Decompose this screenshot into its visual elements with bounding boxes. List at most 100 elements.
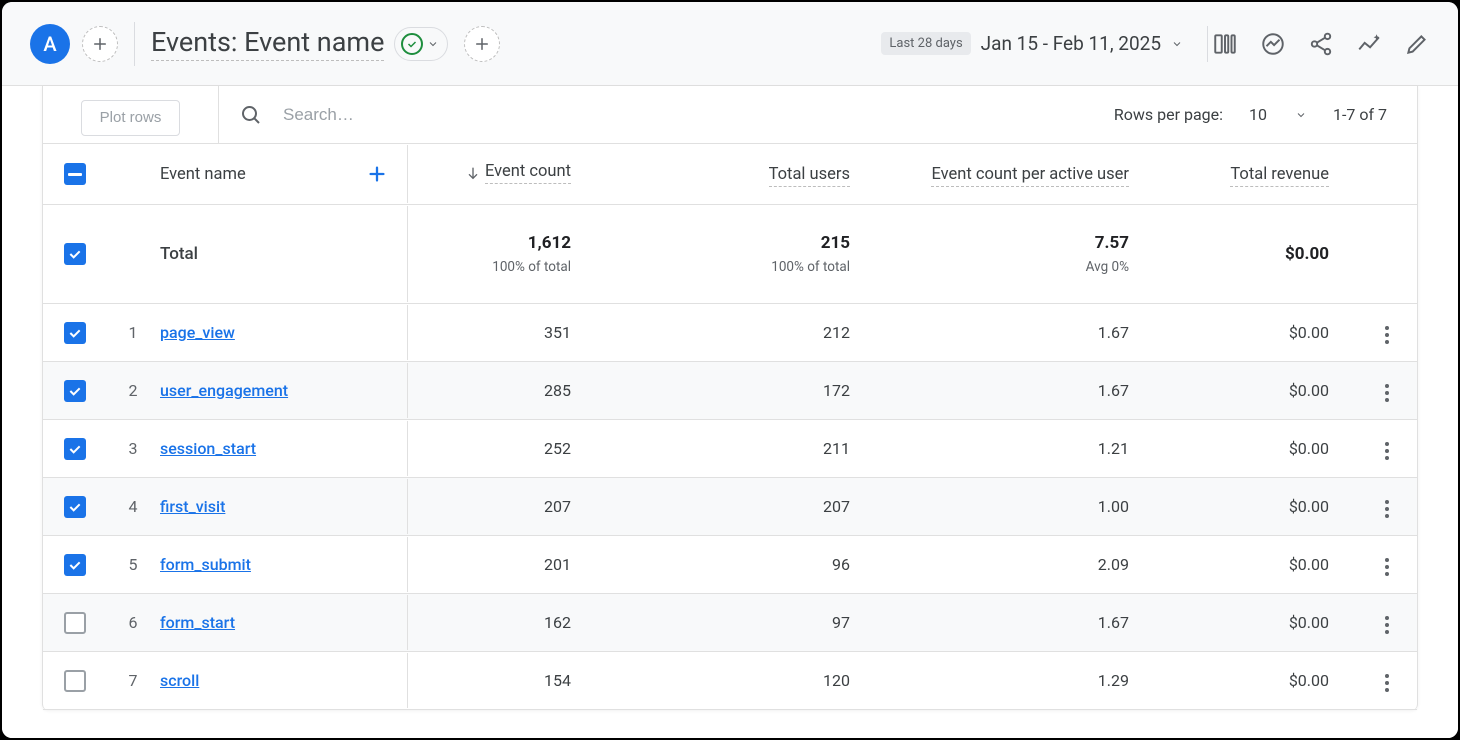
customize-columns-button[interactable] (1212, 31, 1238, 57)
cell-total-users: 120 (599, 652, 878, 710)
column-header-event-count-per-user[interactable]: Event count per active user (931, 165, 1129, 187)
row-menu-button[interactable] (1379, 610, 1395, 640)
column-header-total-revenue[interactable]: Total revenue (1230, 165, 1329, 187)
cell-count-per-user: 1.67 (878, 594, 1157, 652)
check-circle-icon (401, 33, 423, 55)
cell-revenue: $0.00 (1157, 304, 1357, 362)
table-controls: Plot rows Rows per page: 10 1-7 of 7 (43, 86, 1417, 144)
column-header-event-name[interactable]: Event name (160, 165, 246, 184)
check-icon (67, 325, 83, 341)
search-icon (239, 103, 263, 127)
check-icon (67, 246, 83, 262)
plus-icon (366, 163, 388, 185)
event-name-link[interactable]: session_start (160, 439, 256, 458)
cell-revenue: $0.00 (1157, 594, 1357, 652)
report-toolbar: A Events: Event name Last 28 days Jan 15… (2, 2, 1458, 86)
arrow-down-icon (465, 165, 481, 181)
add-comparison-button[interactable] (82, 26, 118, 62)
rows-per-page-value: 10 (1249, 105, 1267, 124)
chevron-down-icon (1295, 109, 1307, 121)
pencil-icon (1404, 31, 1430, 57)
column-header-total-users[interactable]: Total users (769, 165, 850, 187)
table-row: 5form_submit201962.09$0.00 (43, 536, 1417, 594)
row-checkbox[interactable] (64, 554, 86, 576)
totals-count-per-user: 7.57 (1095, 233, 1129, 253)
row-index: 3 (107, 420, 159, 478)
cell-revenue: $0.00 (1157, 652, 1357, 710)
search-input[interactable] (277, 104, 1094, 126)
cell-count-per-user: 1.00 (878, 478, 1157, 536)
check-icon (67, 557, 83, 573)
columns-icon (1212, 31, 1238, 57)
rows-per-page-label: Rows per page: (1114, 105, 1223, 124)
event-name-link[interactable]: scroll (160, 671, 199, 690)
event-name-link[interactable]: first_visit (160, 497, 225, 516)
explore-button[interactable] (1356, 31, 1382, 57)
report-status-pill[interactable] (394, 27, 448, 61)
row-index: 6 (107, 594, 159, 652)
row-checkbox[interactable] (64, 670, 86, 692)
row-checkbox[interactable] (64, 322, 86, 344)
table-row: 2user_engagement2851721.67$0.00 (43, 362, 1417, 420)
table-row: 4first_visit2072071.00$0.00 (43, 478, 1417, 536)
share-button[interactable] (1308, 31, 1334, 57)
row-index: 7 (107, 652, 159, 710)
cell-revenue: $0.00 (1157, 420, 1357, 478)
sparkle-icon (1356, 31, 1382, 57)
table-row: 6form_start 162971.67$0.00 (43, 594, 1417, 652)
cell-event-count: 252 (409, 420, 599, 478)
date-range-text: Jan 15 - Feb 11, 2025 (981, 32, 1161, 55)
insights-button[interactable] (1260, 31, 1286, 57)
cell-count-per-user: 1.67 (878, 362, 1157, 420)
page-title[interactable]: Events: Event name (151, 26, 384, 61)
row-checkbox[interactable] (64, 496, 86, 518)
cell-event-count: 162 (409, 594, 599, 652)
row-menu-button[interactable] (1379, 436, 1395, 466)
row-menu-button[interactable] (1379, 668, 1395, 698)
cell-event-count: 351 (409, 304, 599, 362)
row-menu-button[interactable] (1379, 378, 1395, 408)
row-menu-button[interactable] (1379, 552, 1395, 582)
totals-count-per-user-sub: Avg 0% (1086, 259, 1129, 275)
column-header-event-count[interactable]: Event count (465, 162, 571, 184)
totals-checkbox[interactable] (64, 243, 86, 265)
cell-event-count: 207 (409, 478, 599, 536)
row-index: 4 (107, 478, 159, 536)
cell-total-users: 212 (599, 304, 878, 362)
row-checkbox[interactable] (64, 438, 86, 460)
cell-count-per-user: 1.21 (878, 420, 1157, 478)
edit-button[interactable] (1404, 31, 1430, 57)
row-menu-button[interactable] (1379, 320, 1395, 350)
select-all-checkbox[interactable] (64, 163, 86, 185)
avatar[interactable]: A (30, 24, 70, 64)
event-name-link[interactable]: form_start (160, 613, 235, 632)
cell-total-users: 97 (599, 594, 878, 652)
date-range-tag: Last 28 days (881, 32, 970, 55)
row-checkbox[interactable] (64, 612, 86, 634)
add-filter-button[interactable] (464, 26, 500, 62)
chevron-down-icon (427, 38, 439, 50)
divider (1207, 26, 1208, 62)
insights-icon (1260, 31, 1286, 57)
share-icon (1308, 31, 1334, 57)
row-checkbox[interactable] (64, 380, 86, 402)
cell-revenue: $0.00 (1157, 536, 1357, 594)
event-name-link[interactable]: page_view (160, 323, 235, 342)
event-name-link[interactable]: user_engagement (160, 381, 288, 400)
totals-event-count-sub: 100% of total (492, 259, 571, 275)
events-table: Event name Event count (43, 144, 1417, 710)
rows-per-page-select[interactable]: 10 (1249, 105, 1307, 124)
chevron-down-icon (1171, 38, 1183, 50)
cell-total-users: 207 (599, 478, 878, 536)
pagination-range: 1-7 of 7 (1333, 105, 1387, 124)
plot-rows-button[interactable]: Plot rows (81, 100, 181, 136)
totals-label: Total (160, 206, 408, 302)
row-menu-button[interactable] (1379, 494, 1395, 524)
totals-event-count: 1,612 (528, 233, 571, 253)
check-icon (67, 441, 83, 457)
add-dimension-button[interactable] (363, 160, 391, 188)
cell-revenue: $0.00 (1157, 362, 1357, 420)
event-name-link[interactable]: form_submit (160, 555, 251, 574)
cell-total-users: 211 (599, 420, 878, 478)
date-range-picker[interactable]: Last 28 days Jan 15 - Feb 11, 2025 (881, 32, 1183, 55)
